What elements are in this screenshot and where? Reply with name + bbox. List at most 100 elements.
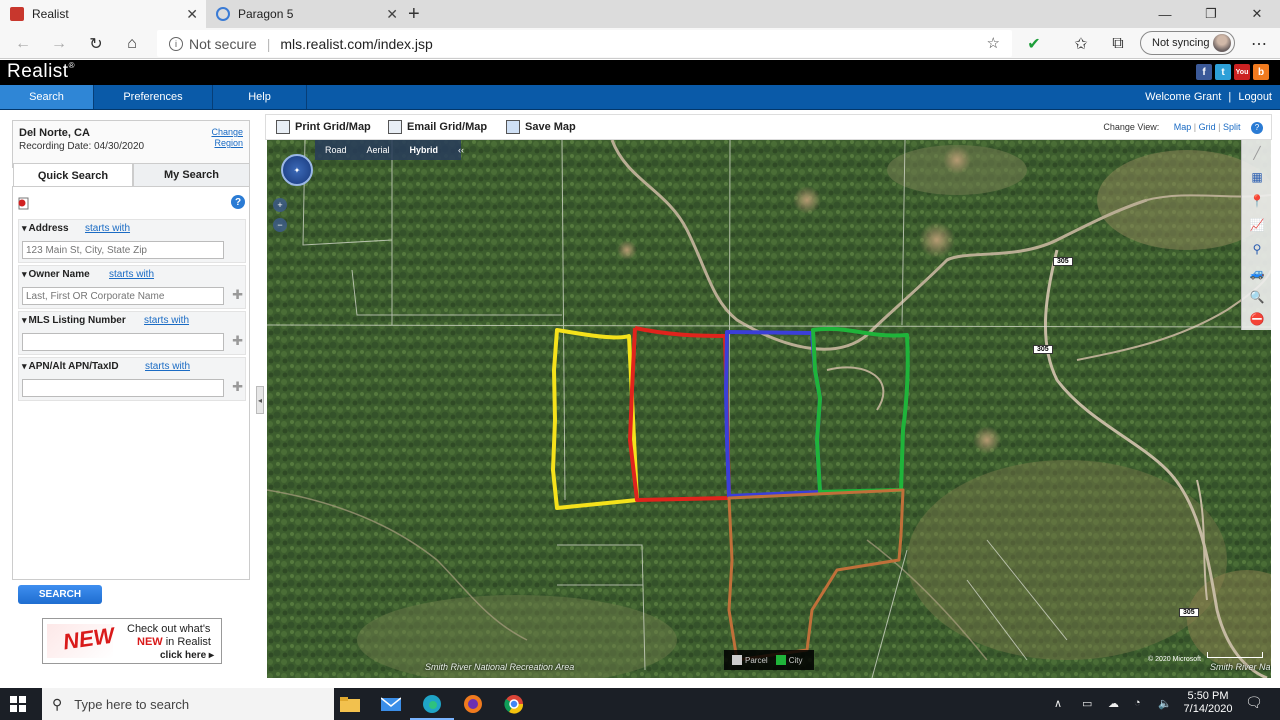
view-split-link[interactable]: Split	[1223, 122, 1241, 132]
print-grid-map-button[interactable]: Print Grid/Map	[276, 120, 371, 134]
taskbar-search-box[interactable]: ⚲ Type here to search	[42, 688, 334, 720]
owner-name-label: Owner Name	[22, 269, 90, 280]
zoom-in-icon[interactable]: +	[273, 198, 287, 212]
favorites-icon[interactable]: ✩	[1070, 33, 1092, 55]
tray-chevron-icon[interactable]: ∧	[1054, 697, 1062, 710]
new-tab-icon[interactable]: +	[408, 3, 420, 26]
info-icon[interactable]: i	[169, 36, 183, 51]
mail-icon[interactable]	[379, 692, 403, 716]
whats-new-banner[interactable]: NEW Check out what's NEW in Realist clic…	[42, 618, 222, 664]
binoculars-icon[interactable]: ⚲	[1248, 240, 1266, 258]
banner-line1: Check out what's	[127, 623, 211, 635]
file-explorer-icon[interactable]	[338, 692, 362, 716]
address-input[interactable]	[22, 241, 224, 259]
mls-number-label: MLS Listing Number	[22, 315, 126, 326]
profile-sync-button[interactable]: Not syncing	[1140, 31, 1235, 55]
tab-my-search[interactable]: My Search	[133, 163, 250, 187]
mls-starts-with-link[interactable]: starts with	[144, 315, 189, 326]
welcome-text: Welcome Grant	[1145, 91, 1222, 103]
avatar	[1213, 34, 1231, 52]
add-apn-icon[interactable]: ✚	[232, 379, 243, 395]
map-pin-icon[interactable]	[17, 197, 31, 211]
map-type-hybrid[interactable]: Hybrid	[400, 145, 449, 155]
measure-line-icon[interactable]: ╱	[1248, 144, 1266, 162]
blog-icon[interactable]: b	[1253, 64, 1269, 80]
windows-start-icon[interactable]	[10, 696, 26, 712]
nav-search[interactable]: Search	[0, 85, 93, 109]
magnifier-icon[interactable]: 🔍	[1248, 288, 1266, 306]
taskbar-clock[interactable]: 5:50 PM 7/14/2020	[1180, 690, 1236, 716]
collapse-panel-handle[interactable]: ◂	[256, 386, 264, 414]
minimize-icon[interactable]: —	[1142, 0, 1188, 28]
logout-link[interactable]: Logout	[1238, 91, 1272, 103]
owner-field-group: Owner Name starts with ✚	[18, 265, 246, 309]
onedrive-icon[interactable]: ☁	[1108, 697, 1119, 710]
email-grid-map-button[interactable]: Email Grid/Map	[388, 120, 487, 134]
apn-label: APN/Alt APN/TaxID	[22, 361, 119, 372]
chrome-icon[interactable]	[502, 692, 526, 716]
tray-battery-icon[interactable]: ▭	[1082, 697, 1092, 710]
paragon-favicon-icon	[216, 7, 230, 21]
zoom-out-icon[interactable]: −	[273, 218, 287, 232]
tab-paragon[interactable]: Paragon 5 ✕	[206, 0, 406, 28]
extension-check-icon[interactable]: ✔	[1023, 33, 1045, 55]
youtube-icon[interactable]: You	[1234, 64, 1250, 80]
map-type-road[interactable]: Road	[315, 145, 357, 155]
apn-starts-with-link[interactable]: starts with	[145, 361, 190, 372]
twitter-icon[interactable]: t	[1215, 64, 1231, 80]
view-grid-link[interactable]: Grid	[1199, 122, 1216, 132]
close-tab-icon[interactable]: ✕	[186, 6, 198, 23]
collections-icon[interactable]: ⧉	[1107, 33, 1129, 55]
collapse-map-types[interactable]: ‹‹	[448, 145, 474, 155]
apn-input[interactable]	[22, 379, 224, 397]
map-scale-bar	[1207, 652, 1263, 658]
legend-parcel: Parcel	[745, 655, 768, 665]
maximize-icon[interactable]: ❐	[1188, 0, 1234, 28]
firefox-icon[interactable]	[461, 692, 485, 716]
close-tab-icon[interactable]: ✕	[386, 6, 398, 23]
owner-name-input[interactable]	[22, 287, 224, 305]
owner-starts-with-link[interactable]: starts with	[109, 269, 154, 280]
app-header: Realist® f t You b	[0, 60, 1280, 85]
help-icon[interactable]: ?	[231, 195, 245, 209]
recreation-area-label-right: Smith River Na	[1210, 662, 1271, 672]
more-menu-icon[interactable]: ⋯	[1248, 33, 1270, 55]
map-type-aerial[interactable]: Aerial	[357, 145, 400, 155]
volume-icon[interactable]: 🔈	[1158, 697, 1172, 710]
mls-number-input[interactable]	[22, 333, 224, 351]
search-button[interactable]: SEARCH	[18, 585, 102, 604]
clear-map-icon[interactable]: ⛔	[1248, 310, 1266, 328]
add-owner-icon[interactable]: ✚	[232, 287, 243, 303]
change-region-link[interactable]: Change Region	[211, 127, 243, 149]
map-canvas[interactable]: Road Aerial Hybrid ‹‹ ✦ + − ╱ ▦ 📍 📈 ⚲ 🚙 …	[267, 140, 1271, 678]
city-swatch	[775, 655, 786, 665]
nav-help[interactable]: Help	[213, 85, 306, 109]
address-starts-with-link[interactable]: starts with	[85, 223, 130, 234]
edge-browser-icon[interactable]	[410, 692, 454, 720]
forward-icon[interactable]: →	[48, 33, 70, 55]
map-type-selector: Road Aerial Hybrid ‹‹	[315, 140, 464, 160]
save-map-button[interactable]: Save Map	[506, 120, 576, 134]
layers-icon[interactable]: ▦	[1248, 168, 1266, 186]
add-mls-icon[interactable]: ✚	[232, 333, 243, 349]
nav-preferences[interactable]: Preferences	[94, 85, 212, 109]
close-window-icon[interactable]: ✕	[1234, 0, 1280, 28]
back-icon[interactable]: ←	[12, 33, 34, 55]
view-help-icon[interactable]: ?	[1251, 122, 1263, 134]
car-directions-icon[interactable]: 🚙	[1248, 264, 1266, 282]
address-bar[interactable]: i Not secure | mls.realist.com/index.jsp…	[157, 30, 1012, 57]
chart-tool-icon[interactable]: 📈	[1248, 216, 1266, 234]
facebook-icon[interactable]: f	[1196, 64, 1212, 80]
refresh-icon[interactable]: ↻	[85, 33, 107, 55]
home-icon[interactable]: ⌂	[121, 33, 143, 55]
pan-compass-icon[interactable]: ✦	[281, 154, 313, 186]
pushpin-icon[interactable]: 📍	[1248, 192, 1266, 210]
tab-realist[interactable]: Realist ✕	[0, 0, 206, 28]
view-map-link[interactable]: Map	[1174, 122, 1192, 132]
banner-click-here[interactable]: click here ▸	[160, 650, 214, 661]
notifications-icon[interactable]: 🗨	[1245, 694, 1263, 711]
favorite-star-icon[interactable]: ☆	[987, 34, 1000, 52]
network-icon[interactable]: ◔	[1134, 697, 1141, 709]
tab-quick-search[interactable]: Quick Search	[13, 163, 133, 187]
map-copyright: © 2020 Microsoft	[1147, 656, 1201, 663]
